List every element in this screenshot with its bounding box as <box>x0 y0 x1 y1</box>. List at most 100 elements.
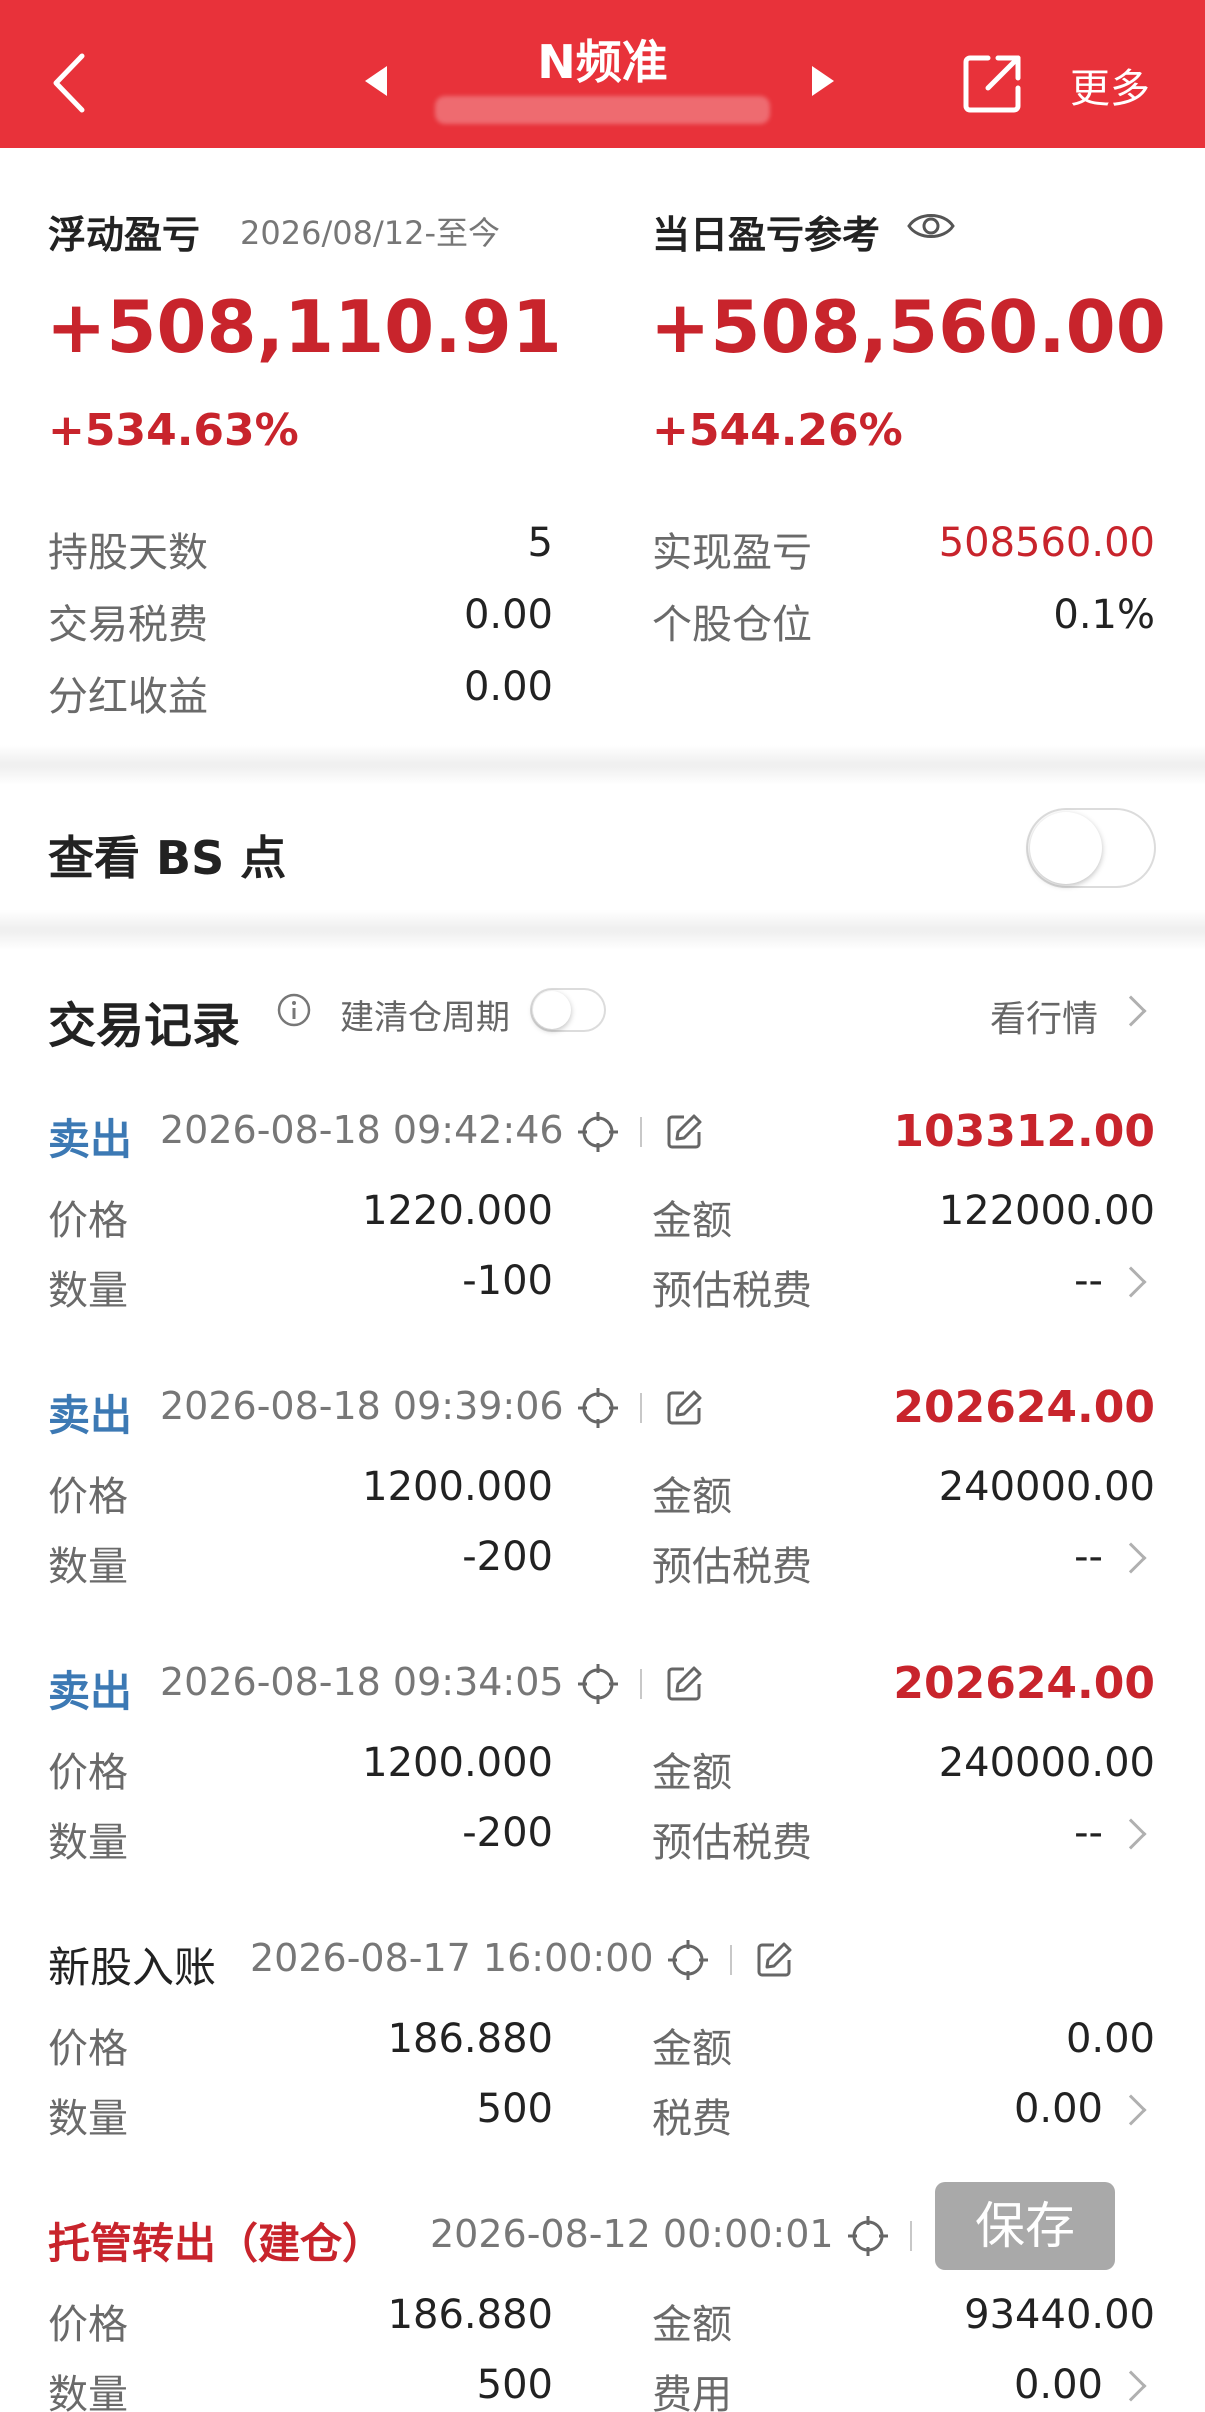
separator <box>640 1117 642 1147</box>
trade-pnl: 202624.00 <box>893 1658 1155 1709</box>
qty-value: 500 <box>476 2086 553 2132</box>
position-ratio-label: 个股仓位 <box>652 602 812 648</box>
fee-label: 预估税费 <box>652 1544 812 1590</box>
more-button[interactable]: 更多 <box>1070 56 1150 114</box>
trade-type: 卖出 <box>48 1667 133 1716</box>
page-title: N频准 <box>537 35 668 89</box>
total-value: 93440.00 <box>964 2292 1155 2338</box>
qty-value: -200 <box>462 1534 553 1580</box>
edit-icon[interactable] <box>664 1112 704 1152</box>
float-pnl-label: 浮动盈亏 <box>48 213 201 257</box>
price-value: 1220.000 <box>362 1188 553 1234</box>
total-label: 金额 <box>652 2302 732 2348</box>
chevron-right-icon[interactable] <box>1115 995 1147 1027</box>
trade-pnl: 202624.00 <box>893 1382 1155 1433</box>
edit-icon[interactable] <box>754 1940 794 1980</box>
price-value: 186.880 <box>387 2292 553 2338</box>
total-value: 240000.00 <box>938 1464 1155 1510</box>
trade-time: 2026-08-18 09:34:05 <box>160 1660 564 1704</box>
price-value: 1200.000 <box>362 1464 553 1510</box>
stock-code-blurred <box>435 96 770 124</box>
separator <box>730 1945 732 1975</box>
price-label: 价格 <box>48 1474 128 1520</box>
locate-icon[interactable] <box>576 1662 620 1706</box>
fee-label: 税费 <box>652 2096 732 2142</box>
separator <box>910 2221 912 2251</box>
fee-value: -- <box>1074 1534 1103 1580</box>
price-value: 1200.000 <box>362 1740 553 1786</box>
dividend-value: 0.00 <box>463 664 553 710</box>
hold-days-value: 5 <box>527 520 553 566</box>
chevron-right-icon[interactable] <box>1115 2370 1147 2402</box>
save-button[interactable]: 保存 <box>935 2182 1115 2270</box>
fee-label: 费用 <box>652 2372 732 2412</box>
fee-value: 0.00 <box>1013 2086 1103 2132</box>
total-value: 240000.00 <box>938 1740 1155 1786</box>
qty-value: -100 <box>462 1258 553 1304</box>
chevron-right-icon[interactable] <box>1115 2094 1147 2126</box>
fee-label: 预估税费 <box>652 1820 812 1866</box>
divider <box>0 745 1205 785</box>
trade-time: 2026-08-18 09:39:06 <box>160 1384 564 1428</box>
trade-type: 卖出 <box>48 1115 133 1164</box>
realized-pnl-label: 实现盈亏 <box>652 530 812 576</box>
trade-type: 托管转出（建仓） <box>48 2219 385 2268</box>
locate-icon[interactable] <box>576 1110 620 1154</box>
trade-type: 卖出 <box>48 1391 133 1440</box>
app-header: N频准 更多 <box>0 0 1205 148</box>
records-title: 交易记录 <box>48 998 241 1054</box>
locate-icon[interactable] <box>846 2214 890 2258</box>
qty-value: -200 <box>462 1810 553 1856</box>
hold-days-label: 持股天数 <box>48 530 208 576</box>
qty-value: 500 <box>476 2362 553 2408</box>
separator <box>640 1669 642 1699</box>
day-pnl-value: +508,560.00 <box>650 285 1166 369</box>
total-label: 金额 <box>652 1474 732 1520</box>
chevron-right-icon[interactable] <box>1115 1266 1147 1298</box>
locate-icon[interactable] <box>576 1386 620 1430</box>
fee-value: -- <box>1074 1810 1103 1856</box>
float-pnl-period: 2026/08/12-至今 <box>240 214 500 252</box>
trade-time: 2026-08-18 09:42:46 <box>160 1108 564 1152</box>
qty-label: 数量 <box>48 1544 128 1590</box>
trade-fee-value: 0.00 <box>463 592 553 638</box>
edit-icon[interactable] <box>664 1388 704 1428</box>
chevron-right-icon[interactable] <box>1115 1818 1147 1850</box>
price-label: 价格 <box>48 2302 128 2348</box>
total-label: 金额 <box>652 1750 732 1796</box>
info-icon[interactable] <box>276 992 312 1028</box>
total-label: 金额 <box>652 1198 732 1244</box>
trade-fee-label: 交易税费 <box>48 602 208 648</box>
qty-label: 数量 <box>48 2372 128 2412</box>
separator <box>640 1393 642 1423</box>
chevron-right-icon[interactable] <box>1115 1542 1147 1574</box>
float-pnl-pct: +534.63% <box>48 405 299 456</box>
qty-label: 数量 <box>48 2096 128 2142</box>
total-value: 0.00 <box>1065 2016 1155 2062</box>
trade-pnl: 103312.00 <box>893 1106 1155 1157</box>
qty-label: 数量 <box>48 1820 128 1866</box>
cycle-label: 建清仓周期 <box>340 998 510 1038</box>
qty-label: 数量 <box>48 1268 128 1314</box>
day-pnl-label: 当日盈亏参考 <box>652 213 881 257</box>
position-ratio-value: 0.1% <box>1053 592 1155 638</box>
eye-icon[interactable] <box>906 208 956 244</box>
trade-time: 2026-08-12 00:00:01 <box>430 2212 834 2256</box>
total-label: 金额 <box>652 2026 732 2072</box>
edit-icon[interactable] <box>664 1664 704 1704</box>
view-market-link[interactable]: 看行情 <box>990 990 1098 1042</box>
cycle-toggle[interactable] <box>530 988 606 1032</box>
price-value: 186.880 <box>387 2016 553 2062</box>
realized-pnl-value: 508560.00 <box>938 520 1155 566</box>
next-stock-icon[interactable] <box>812 66 834 96</box>
locate-icon[interactable] <box>666 1938 710 1982</box>
trade-time: 2026-08-17 16:00:00 <box>250 1936 654 1980</box>
bs-point-toggle[interactable] <box>1026 808 1156 888</box>
price-label: 价格 <box>48 2026 128 2072</box>
fee-value: 0.00 <box>1013 2362 1103 2408</box>
divider <box>0 910 1205 950</box>
bs-point-label: 查看 BS 点 <box>48 831 287 885</box>
float-pnl-value: +508,110.91 <box>46 285 562 369</box>
price-label: 价格 <box>48 1750 128 1796</box>
share-icon[interactable] <box>962 52 1024 114</box>
